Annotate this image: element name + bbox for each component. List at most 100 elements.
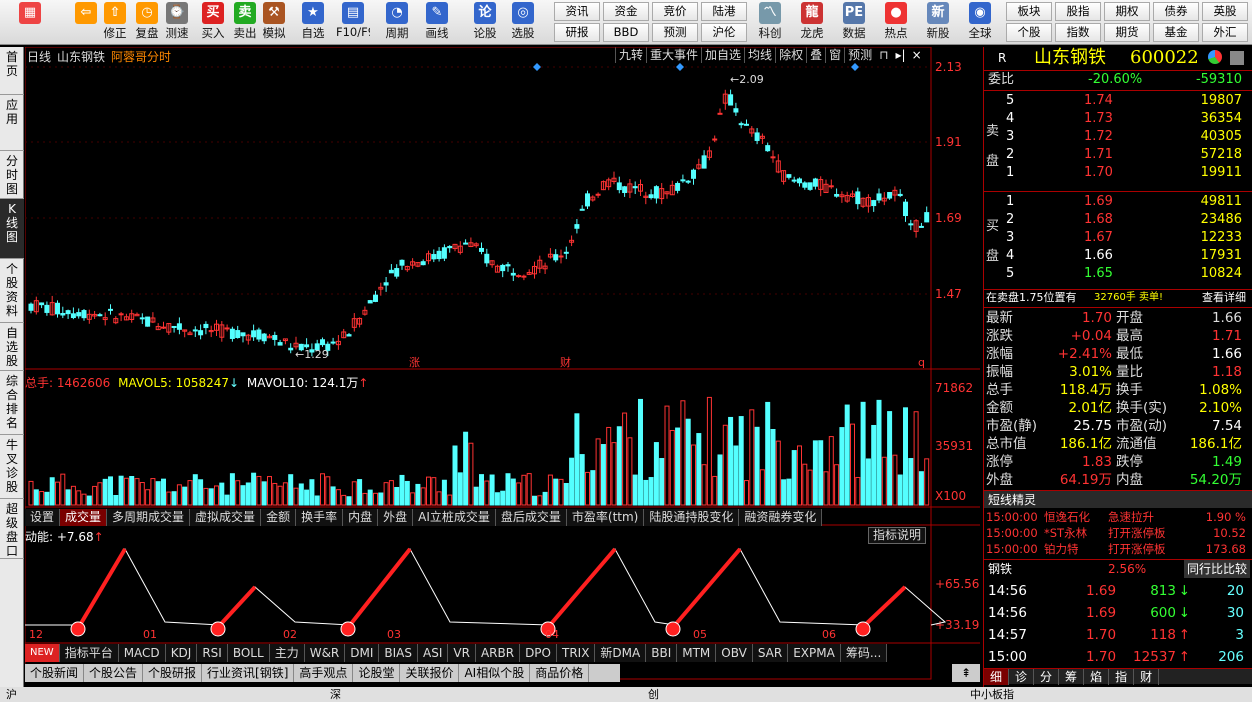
clock-button[interactable]: ◷ 复盘 [130,2,164,44]
globe-button[interactable]: ◉ 全球 [960,2,1000,44]
quote-tab[interactable]: 分 [1034,669,1060,685]
ask-row[interactable]: 1 1.70 19911 [984,164,1252,182]
indicator-help-button[interactable]: 指标说明 [868,527,927,544]
volume-tab[interactable]: 多周期成交量 [107,509,191,526]
market-button[interactable]: 期权 [1104,2,1150,21]
indicator-tab[interactable]: ARBR [475,644,521,662]
star-button[interactable]: ★ 自选 [296,2,330,44]
grid-button[interactable]: BBD [603,23,649,42]
bid-row[interactable]: 3 1.67 12233 [984,229,1252,247]
volume-tab[interactable]: 内盘 [343,509,379,526]
indicator-tab[interactable]: MACD [118,644,166,662]
indicator-tab[interactable]: DMI [345,644,380,662]
market-button[interactable]: 指数 [1055,23,1101,42]
grid-button[interactable]: 资讯 [554,2,600,21]
volume-tab[interactable]: 金额 [261,509,297,526]
ask-row[interactable]: 5 1.74 19807 [984,92,1252,110]
grid-button[interactable]: 竞价 [652,2,698,21]
bid-row[interactable]: 2 1.68 23486 [984,211,1252,229]
ask-row[interactable]: 2 1.71 57218 [984,146,1252,164]
indicator-tab[interactable]: TRIX [556,644,596,662]
volume-tab[interactable]: 换手率 [296,509,344,526]
indicator-tab[interactable]: RSI [197,644,228,662]
pe-button[interactable]: PE 数据 [834,2,874,44]
volume-tab[interactable]: AI立桩成交量 [413,509,496,526]
notice-detail-link[interactable]: 查看详细 [1202,290,1246,306]
f10-button[interactable]: ▤F10/F9 [336,2,370,44]
volume-tab[interactable]: 融资融券变化 [739,509,823,526]
market-button[interactable]: 基金 [1153,23,1199,42]
collapse-up-icon[interactable]: ⇞ [952,664,980,682]
discuss-button[interactable]: 论论股 [468,2,502,44]
ask-row[interactable]: 4 1.73 36354 [984,110,1252,128]
indicator-tab[interactable]: SAR [752,644,789,662]
market-button[interactable]: 债券 [1153,2,1199,21]
grid-button[interactable]: 沪伦 [701,23,747,42]
sidebar-item[interactable]: 个股资料 [0,259,24,323]
quote-tab[interactable]: 细 [984,669,1010,685]
volume-tab[interactable]: 外盘 [378,509,414,526]
kline-chart[interactable]: 2.13 1.91 1.69 1.47 ←2.09 ←1.29 涨 财 q 71862 35931 X… [25,47,980,687]
news-tab[interactable]: 个股研报 [143,664,203,682]
hot-button[interactable]: ● 热点 [876,2,916,44]
home-button[interactable]: ▦ [4,2,56,44]
market-button[interactable]: 股指 [1055,2,1101,21]
select-button[interactable]: ◎ 选股 [506,2,540,44]
bid-row[interactable]: 1 1.69 49811 [984,193,1252,211]
sprite-row[interactable]: 15:00:00 恒逸石化 急速拉升 1.90 % [984,509,1252,525]
ask-row[interactable]: 3 1.72 40305 [984,128,1252,146]
indicator-tab[interactable]: ASI [418,644,449,662]
market-button[interactable]: 外汇 [1202,23,1248,42]
volume-tab[interactable]: 设置 [25,509,61,526]
volume-tab[interactable]: 成交量 [60,509,108,526]
quote-tab[interactable]: 诊 [1009,669,1035,685]
indicator-tab[interactable]: 筹码... [840,644,888,662]
news-tab[interactable]: 行业资讯[钢铁] [202,664,295,682]
period-button[interactable]: ◔ 周期 [380,2,414,44]
peer-compare-button[interactable]: 同行比比较 [1183,560,1250,578]
indicator-tab[interactable]: EXPMA [788,644,841,662]
speed-button[interactable]: ⌚ 测速 [160,2,194,44]
news-tab[interactable]: 论股堂 [353,664,401,682]
volume-tab[interactable]: 陆股通持股变化 [644,509,740,526]
chart-button[interactable]: 〽科创 [750,2,790,44]
indicator-tab[interactable]: 新DMA [595,644,647,662]
indicator-tab[interactable]: W&R [304,644,346,662]
volume-tab[interactable]: 虚拟成交量 [190,509,262,526]
grid-button[interactable]: 陆港 [701,2,747,21]
sidebar-item[interactable]: K线图 [0,199,24,259]
up-button[interactable]: ⇧ 修正 [98,2,132,44]
sidebar-item[interactable]: 分时图 [0,151,24,199]
indicator-tab[interactable]: OBV [716,644,753,662]
indicator-tab[interactable]: 指标平台 [59,644,119,662]
sidebar-item[interactable]: 应用 [0,95,24,151]
menu-icon[interactable] [1230,51,1244,65]
indicator-tab[interactable]: BIAS [379,644,419,662]
volume-tab[interactable]: 盘后成交量 [495,509,567,526]
bid-row[interactable]: 4 1.66 17931 [984,247,1252,265]
indicator-tab[interactable]: 主力 [269,644,305,662]
indicator-tab[interactable]: VR [448,644,476,662]
news-tab[interactable]: AI相似个股 [459,664,531,682]
sprite-row[interactable]: 15:00:00 *ST永林 打开涨停板 10.52 [984,525,1252,541]
news-tab[interactable]: 高手观点 [294,664,354,682]
indicator-tab[interactable]: NEW [25,644,60,662]
market-button[interactable]: 板块 [1006,2,1052,21]
grid-button[interactable]: 研报 [554,23,600,42]
sidebar-item[interactable]: 超级盘口 [0,499,24,559]
quote-tab[interactable]: 焰 [1084,669,1110,685]
sidebar-item[interactable]: 自选股 [0,323,24,371]
sidebar-item[interactable]: 综合排名 [0,371,24,435]
sidebar-item[interactable]: 首页 [0,47,24,95]
grid-button[interactable]: 资金 [603,2,649,21]
indicator-tab[interactable]: DPO [520,644,557,662]
market-button[interactable]: 个股 [1006,23,1052,42]
hammer-button[interactable]: ⚒ 模拟 [257,2,291,44]
new-button[interactable]: 新新股 [918,2,958,44]
news-tab[interactable]: 个股新闻 [25,664,85,682]
indicator-tab[interactable]: MTM [677,644,717,662]
news-tab[interactable]: 商品价格 [530,664,590,682]
pen-button[interactable]: ✎ 画线 [420,2,454,44]
market-button[interactable]: 英股 [1202,2,1248,21]
market-button[interactable]: 期货 [1104,23,1150,42]
